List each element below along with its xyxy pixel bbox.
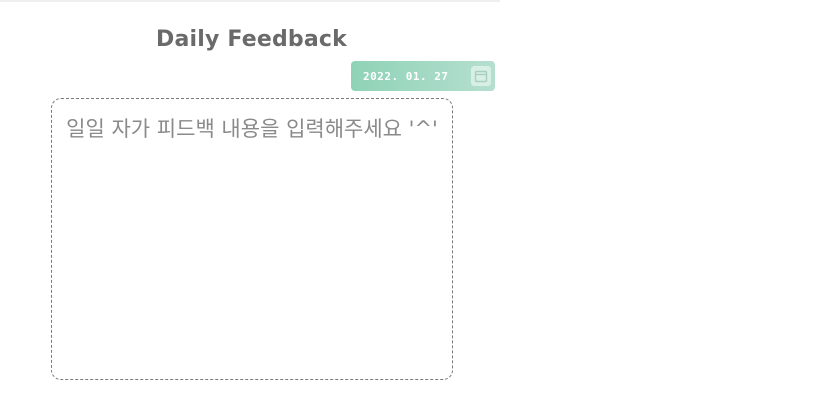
date-value[interactable]: 2022. 01. 27 <box>363 70 448 83</box>
calendar-icon[interactable] <box>471 66 491 86</box>
calendar-icon-graphic <box>474 70 488 83</box>
feedback-box <box>51 98 453 380</box>
date-picker[interactable]: 2022. 01. 27 <box>351 61 495 91</box>
page-title: Daily Feedback <box>156 26 347 52</box>
top-divider <box>0 0 500 2</box>
feedback-textarea[interactable] <box>52 99 452 379</box>
